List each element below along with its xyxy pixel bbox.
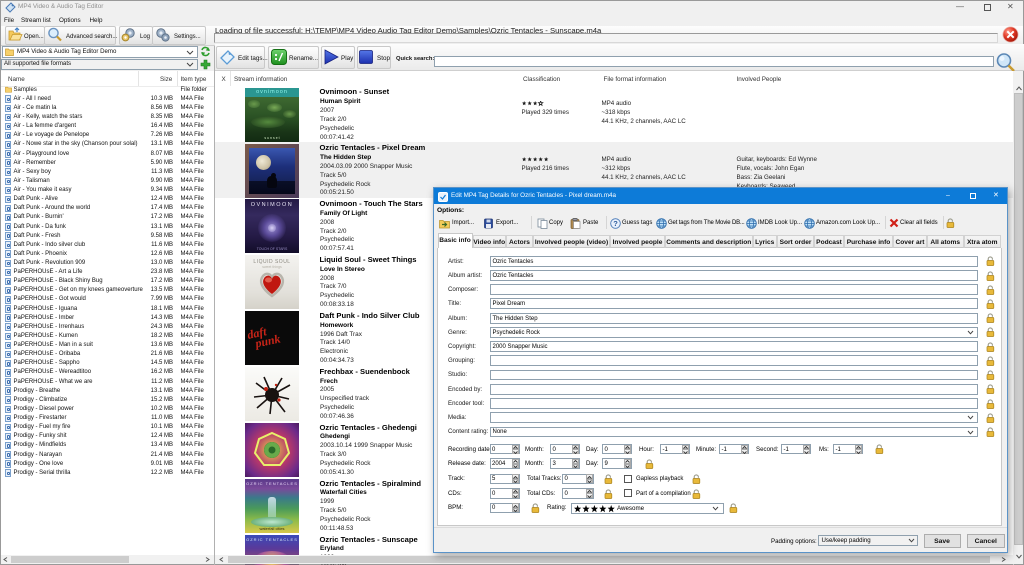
svg-text:?: ? — [613, 219, 618, 228]
